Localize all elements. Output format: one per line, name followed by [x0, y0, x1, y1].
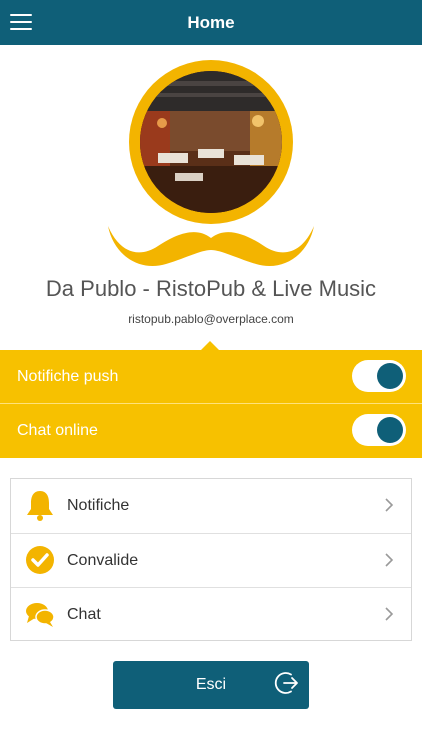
chat-online-label: Chat online: [17, 422, 98, 439]
chat-bubbles-icon: [26, 603, 55, 627]
menu-item-chat[interactable]: Chat: [11, 587, 411, 641]
chat-online-toggle[interactable]: [352, 414, 406, 446]
chevron-right-icon: [385, 498, 394, 512]
chat-online-row: Chat online: [0, 404, 422, 457]
menu-item-convalide[interactable]: Convalide: [11, 533, 411, 587]
restaurant-photo: [140, 71, 282, 213]
page-title: Home: [187, 13, 235, 32]
chevron-right-icon: [385, 553, 394, 567]
menu-label-notifiche: Notifiche: [67, 497, 130, 514]
menu-list: Notifiche Convalide Chat: [10, 478, 412, 641]
top-bar: Home: [0, 0, 422, 45]
venue-email: ristopub.pablo@overplace.com: [128, 312, 294, 326]
menu-label-chat: Chat: [67, 606, 101, 623]
venue-name: Da Publo - RistoPub & Live Music: [45, 276, 377, 301]
avatar: [129, 60, 293, 224]
push-notifications-toggle[interactable]: [352, 360, 406, 392]
mustache-icon: [108, 226, 314, 267]
push-notifications-row: Notifiche push: [0, 350, 422, 403]
bell-icon: [27, 491, 53, 521]
logout-icon: [274, 672, 298, 694]
menu-label-convalide: Convalide: [67, 552, 139, 569]
settings-panel: Notifiche push Chat online: [0, 350, 422, 458]
menu-item-notifiche[interactable]: Notifiche: [11, 479, 411, 532]
push-notifications-label: Notifiche push: [17, 368, 119, 385]
check-circle-icon: [26, 546, 54, 574]
chevron-right-icon: [385, 607, 394, 621]
